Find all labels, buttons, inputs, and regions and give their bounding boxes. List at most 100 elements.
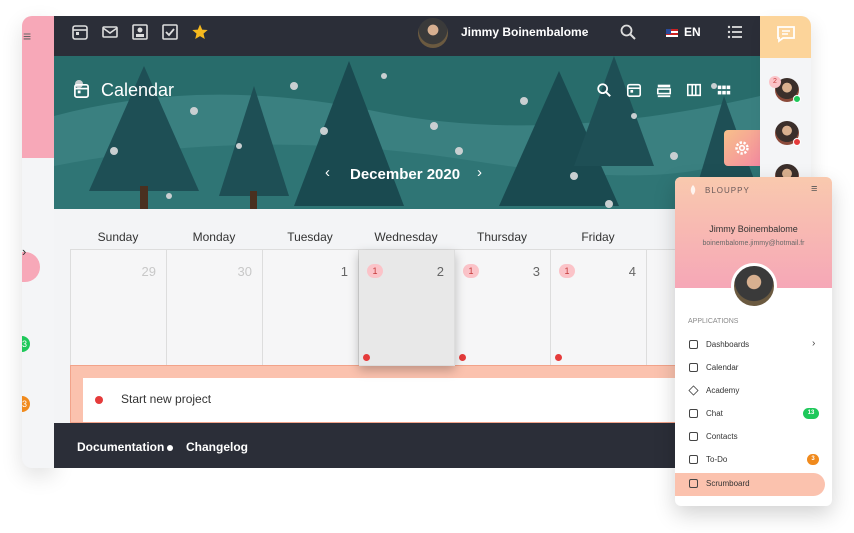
day-cell[interactable]: 29 <box>71 250 167 366</box>
chat-icon <box>689 409 698 418</box>
background-window: ≡ › 3 3 <box>22 16 54 468</box>
next-month-button[interactable]: › <box>477 164 482 181</box>
event-dot <box>95 396 103 404</box>
day-cell[interactable]: 30 <box>167 250 263 366</box>
footer: Documentation Changelog <box>54 423 760 468</box>
status-online <box>793 95 801 103</box>
calendar-icon[interactable] <box>71 23 89 41</box>
day-number: 4 <box>628 264 636 279</box>
contacts-icon[interactable] <box>131 23 149 41</box>
calendar-icon <box>689 363 698 372</box>
app-screenshot: ≡ › 3 3 Jimmy Boinembalome ⌄ EN Calendar… <box>0 0 854 533</box>
menu-icon[interactable]: ≡ <box>811 183 817 195</box>
menu-icon[interactable]: ≡ <box>23 28 31 44</box>
current-month: December 2020 <box>350 166 461 183</box>
week-view-icon[interactable] <box>686 82 702 98</box>
profile-email: boinembalome.jimmy@hotmail.fr <box>702 240 805 247</box>
top-toolbar: Jimmy Boinembalome ⌄ EN <box>54 16 760 56</box>
todo-icon <box>689 455 698 464</box>
winter-illustration <box>54 56 760 209</box>
flag-icon[interactable] <box>666 29 678 37</box>
nav-item-todo[interactable]: To-Do 3 <box>675 449 832 472</box>
event-title: Start new project <box>121 392 212 406</box>
chevron-right-icon: › <box>812 338 816 349</box>
day-cell[interactable]: 1 <box>263 250 359 366</box>
avatar[interactable] <box>418 18 448 48</box>
event-dot <box>459 354 466 361</box>
unread-badge: 2 <box>769 76 781 88</box>
nav-item-academy[interactable]: Academy <box>675 380 832 403</box>
event-dot <box>363 354 370 361</box>
weekday-header: Sunday <box>97 230 139 244</box>
changelog-link[interactable]: Changelog <box>186 440 248 454</box>
settings-button[interactable] <box>724 130 760 166</box>
event-dot <box>555 354 562 361</box>
chat-icon <box>777 26 795 43</box>
section-label: APPLICATIONS <box>688 318 739 325</box>
today-view-icon[interactable] <box>626 82 642 98</box>
status-busy <box>793 138 801 146</box>
previous-month-button[interactable]: ‹ <box>325 164 330 181</box>
day-number: 29 <box>141 264 156 279</box>
todo-icon[interactable] <box>161 23 179 41</box>
school-icon <box>688 385 699 396</box>
nav-label: Contacts <box>706 432 738 441</box>
weekday-header: Tuesday <box>287 230 333 244</box>
nav-item-dashboards[interactable]: Dashboards › <box>675 334 832 357</box>
star-icon[interactable] <box>191 23 209 41</box>
day-number: 30 <box>237 264 252 279</box>
gear-icon <box>735 141 749 155</box>
day-cell[interactable]: 1 4 <box>551 250 647 366</box>
main-window: Jimmy Boinembalome ⌄ EN Calendar ‹ Decem… <box>54 16 760 468</box>
list-menu-icon[interactable] <box>726 23 744 41</box>
chevron-down-icon[interactable]: ⌄ <box>580 23 590 37</box>
count-badge: 13 <box>803 408 819 419</box>
logo-icon <box>690 185 696 195</box>
nav-item-scrumboard[interactable]: Scrumboard <box>675 473 825 496</box>
day-cell-selected[interactable]: 1 2 <box>359 250 455 366</box>
chat-badge: 3 <box>22 336 30 352</box>
contacts-icon <box>689 432 698 441</box>
search-icon[interactable] <box>619 23 637 41</box>
nav-label: To-Do <box>706 455 728 464</box>
nav-label: Dashboards <box>706 340 750 349</box>
chat-toggle[interactable] <box>760 16 811 58</box>
calendar-banner: Calendar ‹ December 2020 › <box>54 56 760 209</box>
day-number: 2 <box>436 264 444 279</box>
dashboard-icon <box>689 340 698 349</box>
navigation-panel: BLOUPPY ≡ Jimmy Boinembalome boinembalom… <box>675 177 832 506</box>
mail-icon[interactable] <box>101 23 119 41</box>
page-title: Calendar <box>101 80 175 100</box>
nav-item-chat[interactable]: Chat 13 <box>675 403 832 426</box>
month-grid: 29 30 1 1 2 1 3 1 4 <box>70 249 760 366</box>
separator-dot <box>167 445 173 451</box>
chat-panel: 2 <box>760 16 811 194</box>
nav-item-calendar[interactable]: Calendar <box>675 357 832 380</box>
nav-item-contacts[interactable]: Contacts <box>675 426 832 449</box>
nav-label: Calendar <box>706 363 739 372</box>
event-count-badge: 1 <box>559 264 575 278</box>
documentation-link[interactable]: Documentation <box>77 440 164 454</box>
event-item[interactable]: Start new project <box>83 378 760 422</box>
brand-name: BLOUPPY <box>705 186 750 195</box>
language-selector[interactable]: EN <box>684 25 701 39</box>
chevron-right-icon[interactable]: › <box>22 244 26 259</box>
search-icon[interactable] <box>596 82 612 98</box>
profile-name: Jimmy Boinembalome <box>709 224 798 234</box>
month-view-icon[interactable] <box>716 82 732 98</box>
event-count-badge: 1 <box>367 264 383 278</box>
user-name[interactable]: Jimmy Boinembalome <box>461 25 588 39</box>
day-cell[interactable]: 1 3 <box>455 250 551 366</box>
profile-avatar[interactable] <box>731 263 777 309</box>
weekday-header: Thursday <box>476 230 528 244</box>
calendar-icon <box>74 83 89 98</box>
count-badge: 3 <box>807 454 819 465</box>
scrumboard-icon <box>689 479 698 488</box>
weekday-header: Wednesday <box>374 230 438 244</box>
event-count-badge: 1 <box>463 264 479 278</box>
nav-label: Scrumboard <box>706 479 750 488</box>
nav-label: Academy <box>706 386 740 395</box>
day-view-icon[interactable] <box>656 82 672 98</box>
day-number: 3 <box>532 264 540 279</box>
day-number: 1 <box>340 264 348 279</box>
